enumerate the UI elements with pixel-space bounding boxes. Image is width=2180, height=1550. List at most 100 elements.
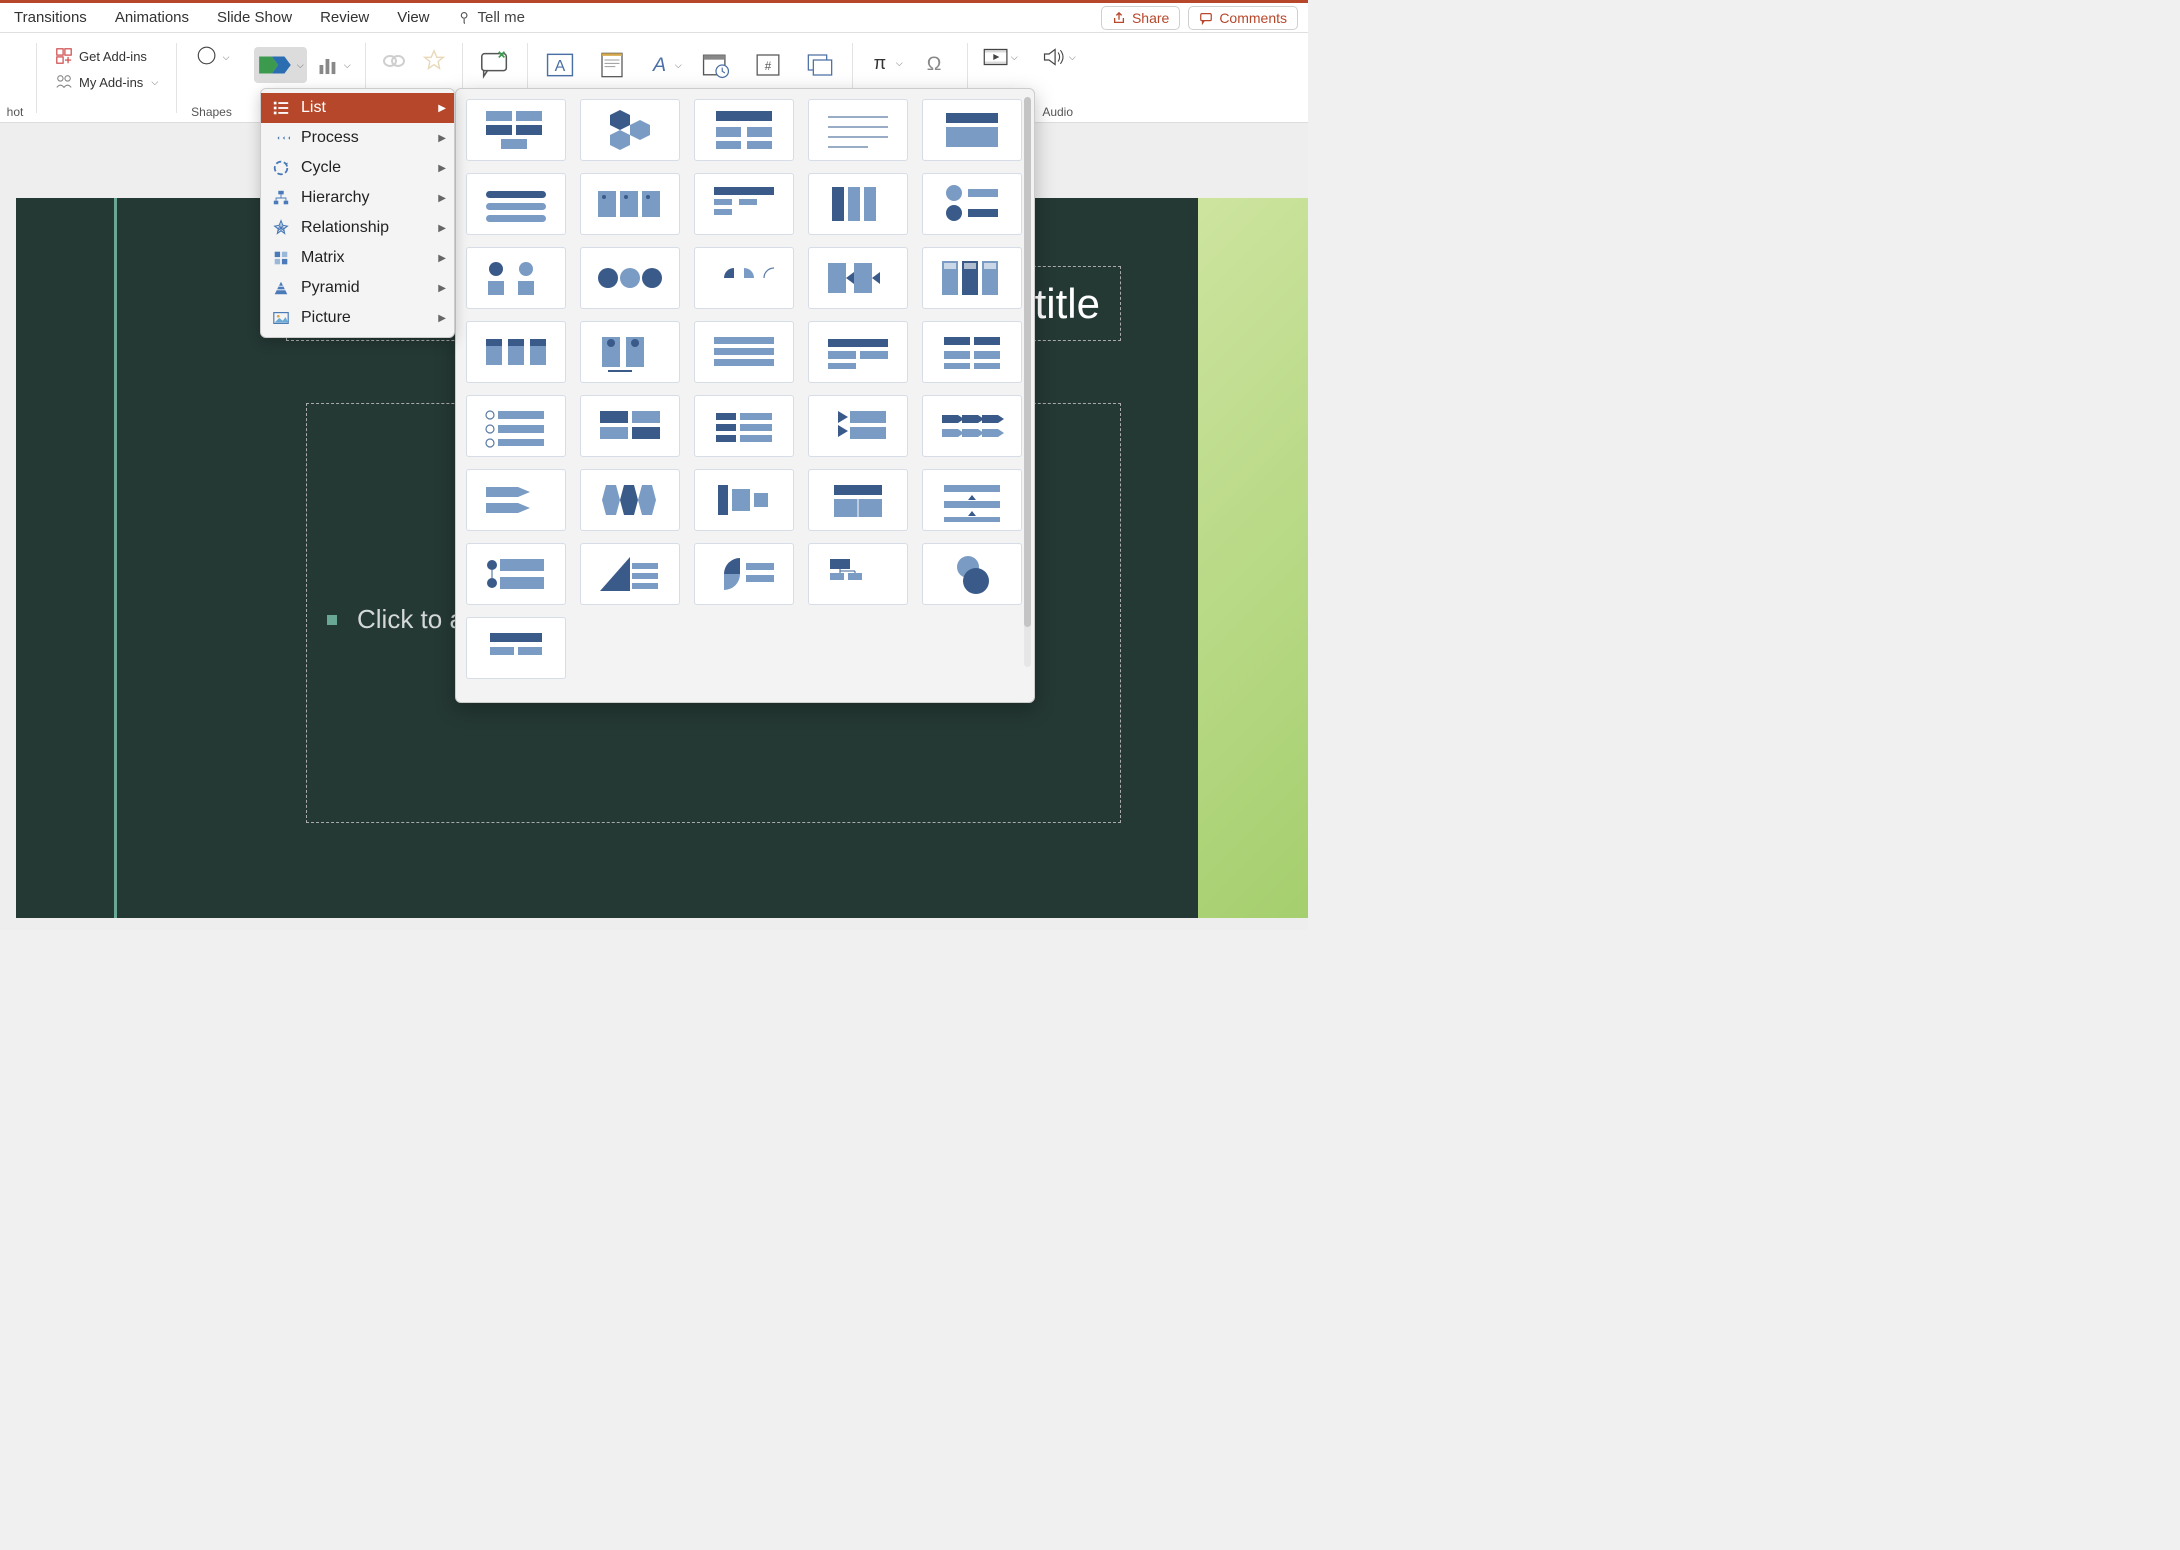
gallery-thumb[interactable] — [808, 395, 908, 457]
gallery-thumb[interactable] — [694, 173, 794, 235]
equation-button[interactable]: π ⌵ — [867, 45, 903, 81]
menu-label: Relationship — [301, 219, 389, 237]
gallery-thumb[interactable] — [922, 543, 1022, 605]
comments-button[interactable]: Comments — [1188, 6, 1298, 30]
audio-button[interactable]: ⌵ — [1040, 39, 1076, 75]
gallery-thumb[interactable] — [466, 173, 566, 235]
date-time-button[interactable] — [698, 47, 734, 83]
submenu-arrow-icon: ▶ — [438, 253, 446, 264]
comment-button[interactable] — [477, 47, 513, 83]
gallery-thumb[interactable] — [694, 395, 794, 457]
gallery-thumb[interactable] — [694, 543, 794, 605]
hierarchy-icon — [271, 188, 291, 208]
chevron-down-icon: ⌵ — [896, 58, 903, 69]
gallery-thumb[interactable] — [808, 321, 908, 383]
svg-text:#: # — [764, 60, 771, 73]
gallery-thumb[interactable] — [580, 321, 680, 383]
gallery-thumb[interactable] — [580, 469, 680, 531]
gallery-thumb[interactable] — [694, 469, 794, 531]
separator — [176, 43, 177, 113]
gallery-grid — [466, 99, 1024, 679]
tell-me[interactable]: Tell me — [458, 9, 526, 26]
bullet-icon — [327, 615, 337, 625]
menu-item-picture[interactable]: Picture ▶ — [261, 303, 454, 333]
smartart-gallery — [455, 88, 1035, 703]
menu-item-pyramid[interactable]: Pyramid ▶ — [261, 273, 454, 303]
my-addins-label: My Add-ins — [79, 75, 143, 90]
slide-number-button[interactable]: # — [750, 47, 786, 83]
header-footer-button[interactable] — [594, 47, 630, 83]
gallery-thumb[interactable] — [808, 99, 908, 161]
comments-label: Comments — [1219, 10, 1287, 26]
tab-review[interactable]: Review — [320, 9, 369, 26]
chart-button[interactable]: ⌵ — [315, 47, 351, 83]
gallery-thumb[interactable] — [466, 247, 566, 309]
tab-view[interactable]: View — [397, 9, 429, 26]
gallery-thumb[interactable] — [922, 173, 1022, 235]
menu-label: Hierarchy — [301, 189, 369, 207]
submenu-arrow-icon: ▶ — [438, 223, 446, 234]
share-button[interactable]: Share — [1101, 6, 1180, 30]
gallery-thumb[interactable] — [580, 247, 680, 309]
chevron-down-icon: ⌵ — [1069, 52, 1076, 63]
gallery-thumb[interactable] — [922, 395, 1022, 457]
menu-item-process[interactable]: Process ▶ — [261, 123, 454, 153]
svg-text:A: A — [652, 54, 666, 76]
tab-animations[interactable]: Animations — [115, 9, 189, 26]
menu-item-cycle[interactable]: Cycle ▶ — [261, 153, 454, 183]
menu-label: Picture — [301, 309, 351, 327]
menu-label: Matrix — [301, 249, 345, 267]
svg-text:Ω: Ω — [926, 53, 941, 75]
gallery-thumb[interactable] — [580, 173, 680, 235]
shapes-button[interactable]: ⌵ — [193, 39, 229, 75]
my-addins-button[interactable]: My Add-ins ⌵ — [51, 71, 162, 93]
text-box-button[interactable]: A — [542, 47, 578, 83]
smartart-button[interactable]: ⌵ — [254, 47, 307, 83]
gallery-thumb[interactable] — [466, 543, 566, 605]
tab-slideshow[interactable]: Slide Show — [217, 9, 292, 26]
gallery-thumb[interactable] — [922, 469, 1022, 531]
gallery-thumb[interactable] — [466, 99, 566, 161]
gallery-thumb[interactable] — [922, 247, 1022, 309]
symbol-button[interactable]: Ω — [917, 45, 953, 81]
gallery-thumb[interactable] — [694, 321, 794, 383]
video-button[interactable]: ⌵ — [982, 39, 1018, 75]
gallery-thumb[interactable] — [466, 617, 566, 679]
gallery-thumb[interactable] — [922, 321, 1022, 383]
gallery-thumb[interactable] — [466, 395, 566, 457]
gallery-thumb[interactable] — [580, 99, 680, 161]
tell-me-label: Tell me — [478, 9, 526, 26]
shapes-group-label: Shapes — [191, 105, 232, 119]
svg-text:A: A — [554, 58, 565, 75]
menu-item-hierarchy[interactable]: Hierarchy ▶ — [261, 183, 454, 213]
gallery-thumb[interactable] — [922, 99, 1022, 161]
object-button[interactable] — [802, 47, 838, 83]
gallery-thumb[interactable] — [808, 247, 908, 309]
get-addins-button[interactable]: Get Add-ins — [51, 45, 162, 67]
menu-item-matrix[interactable]: Matrix ▶ — [261, 243, 454, 273]
gallery-thumb[interactable] — [808, 543, 908, 605]
action-button[interactable] — [420, 47, 448, 75]
submenu-arrow-icon: ▶ — [438, 103, 446, 114]
gallery-thumb[interactable] — [466, 321, 566, 383]
addins-icon — [55, 47, 73, 65]
slide-accent-line — [114, 198, 117, 918]
gallery-scrollbar[interactable] — [1024, 97, 1031, 667]
smartart-category-menu: List ▶ Process ▶ Cycle ▶ Hierarchy ▶ Rel… — [260, 88, 455, 338]
gallery-thumb[interactable] — [694, 247, 794, 309]
menu-item-list[interactable]: List ▶ — [261, 93, 454, 123]
gallery-thumb[interactable] — [808, 173, 908, 235]
menu-item-relationship[interactable]: Relationship ▶ — [261, 213, 454, 243]
tab-transitions[interactable]: Transitions — [14, 9, 87, 26]
wordart-button[interactable]: A ⌵ — [646, 47, 682, 83]
gallery-thumb[interactable] — [466, 469, 566, 531]
link-button[interactable] — [380, 47, 408, 75]
title-text: title — [1035, 280, 1100, 328]
menu-label: List — [301, 99, 326, 117]
gallery-thumb[interactable] — [580, 543, 680, 605]
gallery-thumb[interactable] — [808, 469, 908, 531]
share-label: Share — [1132, 10, 1169, 26]
gallery-thumb[interactable] — [694, 99, 794, 161]
scrollbar-thumb[interactable] — [1024, 97, 1031, 627]
gallery-thumb[interactable] — [580, 395, 680, 457]
